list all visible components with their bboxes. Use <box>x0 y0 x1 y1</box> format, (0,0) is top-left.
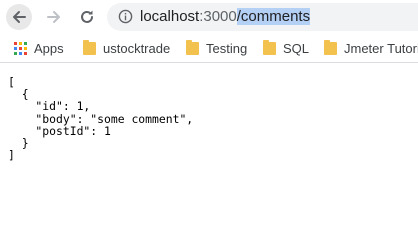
apps-grid-dot <box>14 41 17 45</box>
back-button[interactable] <box>6 4 32 30</box>
bookmark-label: Apps <box>34 40 64 56</box>
folder-icon <box>186 39 199 55</box>
apps-grid-dot <box>14 46 17 50</box>
info-icon[interactable] <box>118 9 133 24</box>
apps-grid-dot <box>24 51 27 55</box>
bookmark-jmeter[interactable]: Jmeter Tutori <box>324 38 418 58</box>
bookmark-label: SQL <box>283 40 310 56</box>
bookmark-label: ustocktrade <box>103 40 171 56</box>
folder-icon <box>83 39 96 55</box>
apps-grid-dot <box>24 46 27 50</box>
apps-grid-dot <box>19 41 22 45</box>
url-path-selected: /comments <box>236 8 311 25</box>
browser-toolbar: localhost:3000/comments <box>0 0 418 34</box>
bookmark-ustocktrade[interactable]: ustocktrade <box>83 38 170 58</box>
arrow-right-icon <box>47 11 60 23</box>
bookmarks-bar: Apps ustocktrade Testing SQL Jmeter Tuto… <box>0 34 418 63</box>
url-host: localhost <box>140 8 200 25</box>
forward-button[interactable] <box>41 4 67 30</box>
url-port: :3000 <box>199 8 237 25</box>
bookmark-sql[interactable]: SQL <box>263 38 309 58</box>
apps-grid-icon <box>14 41 27 55</box>
arrow-left-icon <box>13 11 26 23</box>
reload-icon <box>81 10 93 23</box>
bookmark-testing[interactable]: Testing <box>186 38 247 58</box>
bookmark-apps[interactable]: Apps <box>14 38 64 58</box>
folder-icon <box>324 39 337 55</box>
apps-grid-dot <box>19 46 22 50</box>
bookmark-label: Jmeter Tutori <box>344 40 418 56</box>
address-bar[interactable]: localhost:3000/comments <box>107 3 418 31</box>
apps-grid-dot <box>24 41 27 45</box>
json-response-body: [ { "id": 1, "body": "some comment", "po… <box>8 75 194 163</box>
url-text[interactable]: localhost:3000/comments <box>140 8 311 26</box>
bookmark-label: Testing <box>206 40 248 56</box>
reload-button[interactable] <box>74 4 100 30</box>
folder-icon <box>263 39 276 55</box>
apps-grid-dot <box>14 51 17 55</box>
apps-grid-dot <box>19 51 22 55</box>
